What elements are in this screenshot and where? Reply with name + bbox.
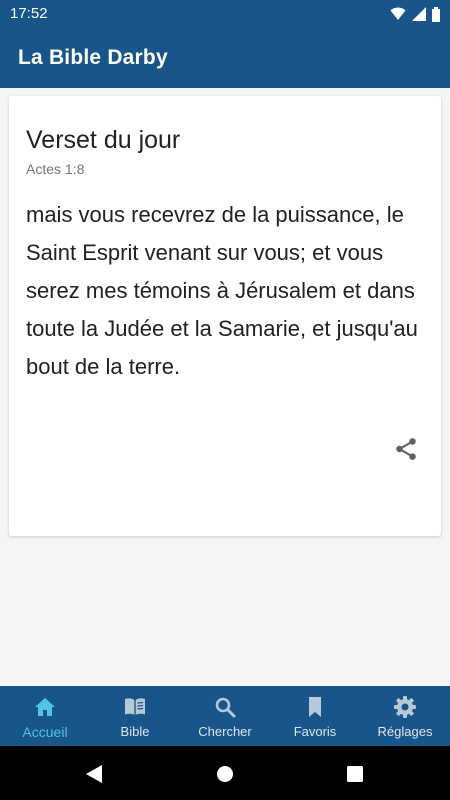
nav-label: Réglages bbox=[377, 724, 433, 739]
status-bar: 17:52 bbox=[0, 0, 450, 28]
verse-text: mais vous recevrez de la puissance, le S… bbox=[26, 202, 418, 379]
nav-item-accueil[interactable]: Accueil bbox=[0, 686, 90, 746]
signal-icon bbox=[412, 7, 426, 21]
wifi-icon bbox=[390, 7, 406, 20]
verse-of-day-card: Verset du jour Actes 1:8 mais vous recev… bbox=[9, 96, 441, 536]
bookmark-icon bbox=[309, 697, 321, 717]
verse-reference: Actes 1:8 bbox=[26, 161, 85, 177]
status-time: 17:52 bbox=[10, 5, 48, 22]
book-icon bbox=[125, 698, 145, 715]
nav-label: Chercher bbox=[198, 724, 252, 739]
home-circle-icon[interactable] bbox=[214, 763, 236, 785]
nav-label: Favoris bbox=[293, 724, 337, 739]
nav-item-chercher[interactable]: Chercher bbox=[180, 686, 270, 746]
battery-icon bbox=[432, 6, 440, 22]
nav-label: Accueil bbox=[22, 724, 68, 740]
nav-item-bible[interactable]: Bible bbox=[90, 686, 180, 746]
status-icons bbox=[390, 6, 440, 22]
nav-item-favoris[interactable]: Favoris bbox=[270, 686, 360, 746]
recents-icon[interactable] bbox=[344, 763, 366, 785]
bottom-navigation: Accueil Bible Chercher Favoris Réglages bbox=[0, 686, 450, 746]
app-title: La Bible Darby bbox=[18, 46, 168, 69]
search-icon bbox=[215, 697, 236, 718]
app-bar: La Bible Darby bbox=[0, 28, 450, 88]
nav-label: Bible bbox=[120, 724, 150, 739]
card-title: Verset du jour bbox=[26, 126, 181, 154]
share-icon[interactable] bbox=[393, 436, 419, 462]
nav-item-reglages[interactable]: Réglages bbox=[360, 686, 450, 746]
gear-icon bbox=[394, 696, 416, 718]
system-navigation-bar bbox=[0, 746, 450, 800]
home-icon bbox=[35, 698, 55, 716]
back-icon[interactable] bbox=[83, 763, 105, 785]
